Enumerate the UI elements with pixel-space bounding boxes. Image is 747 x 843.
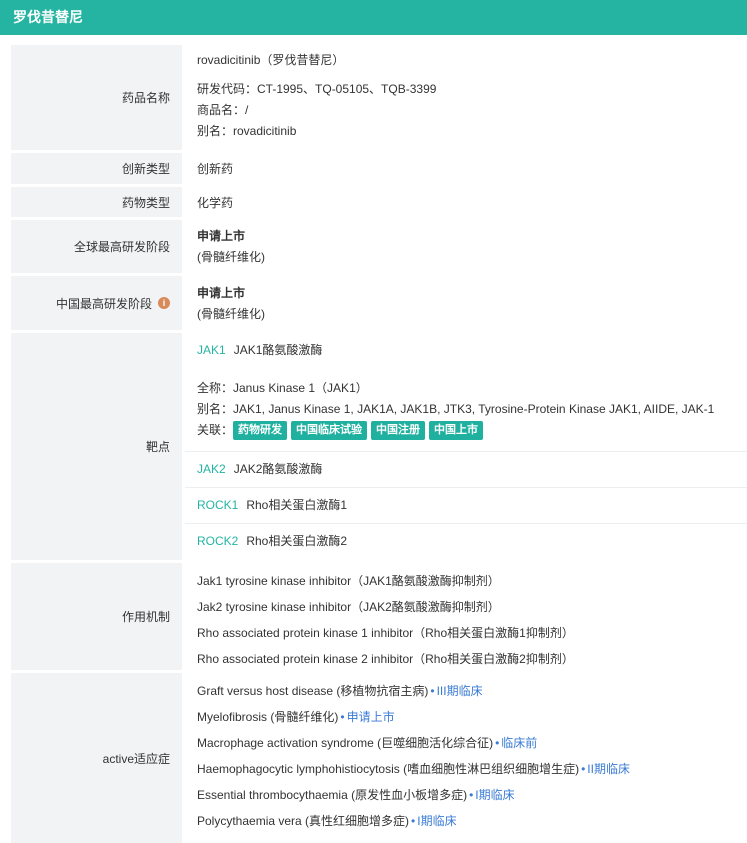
indication-item: Macrophage activation syndrome (巨噬细胞活化综合… xyxy=(197,730,747,756)
tag-china-registration[interactable]: 中国注册 xyxy=(371,421,426,440)
target-name-jak2: JAK2酪氨酸激酶 xyxy=(233,462,323,476)
target-link-jak2[interactable]: JAK2 xyxy=(197,462,226,476)
row-targets: 靶点 JAK1 JAK1酪氨酸激酶 全称：Janus Kinase 1（JAK1）… xyxy=(11,333,747,563)
label-drug-type: 药物类型 xyxy=(11,187,182,217)
label-mechanism: 作用机制 xyxy=(11,563,182,670)
target-item-rock1: ROCK1 Rho相关蛋白激酶1 xyxy=(185,488,747,524)
row-drug-type: 药物类型 化学药 xyxy=(11,187,747,220)
row-indications: active适应症 Graft versus host disease (移植物… xyxy=(11,673,747,843)
jak1-fullname: 全称：Janus Kinase 1（JAK1） xyxy=(197,381,368,395)
indication-item: Polycythaemia vera (真性红细胞增多症) • I期临床 xyxy=(197,808,747,834)
indication-phase[interactable]: III期临床 xyxy=(437,684,483,698)
drug-code-value: 研发代码：CT-1995、TQ-05105、TQB-3399 xyxy=(197,82,437,96)
target-link-rock1[interactable]: ROCK1 xyxy=(197,498,238,512)
global-stage-note: (骨髓纤维化) xyxy=(197,250,265,264)
target-item-jak1: JAK1 JAK1酪氨酸激酶 全称：Janus Kinase 1（JAK1） 别名… xyxy=(185,333,747,452)
indication-name: Myelofibrosis (骨髓纤维化) xyxy=(197,710,339,724)
indication-name: Essential thrombocythaemia (原发性血小板增多症) xyxy=(197,788,468,802)
indication-name: Haemophagocytic lymphohistiocytosis (嗜血细… xyxy=(197,762,580,776)
phase-dot-icon: • xyxy=(430,684,435,698)
indication-item: Graft versus host disease (移植物抗宿主病) • III期… xyxy=(197,678,747,704)
drug-type-value: 化学药 xyxy=(197,195,234,210)
indication-name: Graft versus host disease (移植物抗宿主病) xyxy=(197,684,429,698)
mechanism-item: Jak2 tyrosine kinase inhibitor（JAK2酪氨酸激酶… xyxy=(197,600,500,614)
china-stage-value: 申请上市 xyxy=(197,286,246,300)
indication-phase[interactable]: 申请上市 xyxy=(347,710,395,724)
row-global-stage: 全球最高研发阶段 申请上市 (骨髓纤维化) xyxy=(11,220,747,276)
jak1-related: 关联： 药物研发 中国临床试验 中国注册 中国上市 xyxy=(197,420,747,441)
row-innovation: 创新类型 创新药 xyxy=(11,153,747,187)
indication-phase[interactable]: II期临床 xyxy=(587,762,630,776)
drug-trade-value: 商品名：/ xyxy=(197,103,249,117)
phase-dot-icon: • xyxy=(581,762,586,776)
target-item-rock2: ROCK2 Rho相关蛋白激酶2 xyxy=(185,524,747,559)
drug-alias-value: 别名：rovadicitinib xyxy=(197,124,297,138)
mechanism-item: Rho associated protein kinase 2 inhibito… xyxy=(197,652,574,666)
indication-item: Myelofibrosis (骨髓纤维化) • 申请上市 xyxy=(197,704,747,730)
indication-item: Haemophagocytic lymphohistiocytosis (嗜血细… xyxy=(197,756,747,782)
target-name-rock2: Rho相关蛋白激酶2 xyxy=(246,534,348,548)
row-china-stage: 中国最高研发阶段 i 申请上市 (骨髓纤维化) xyxy=(11,276,747,333)
mechanism-item: Rho associated protein kinase 1 inhibito… xyxy=(197,626,574,640)
target-link-rock2[interactable]: ROCK2 xyxy=(197,534,238,548)
indication-name: Macrophage activation syndrome (巨噬细胞活化综合… xyxy=(197,736,494,750)
page-title: 罗伐昔替尼 xyxy=(0,0,747,35)
label-global-stage: 全球最高研发阶段 xyxy=(11,220,182,273)
china-stage-note: (骨髓纤维化) xyxy=(197,307,265,321)
tag-china-market[interactable]: 中国上市 xyxy=(429,421,484,440)
label-china-stage-text: 中国最高研发阶段 xyxy=(55,296,152,311)
indication-phase[interactable]: 临床前 xyxy=(501,736,537,750)
mechanism-item: Jak1 tyrosine kinase inhibitor（JAK1酪氨酸激酶… xyxy=(197,574,500,588)
info-icon[interactable]: i xyxy=(158,297,170,309)
label-innovation: 创新类型 xyxy=(11,153,182,184)
jak1-alias: 别名：JAK1, Janus Kinase 1, JAK1A, JAK1B, J… xyxy=(197,402,715,416)
label-china-stage: 中国最高研发阶段 i xyxy=(11,276,182,330)
target-name-rock1: Rho相关蛋白激酶1 xyxy=(246,498,348,512)
phase-dot-icon: • xyxy=(411,814,416,828)
related-label: 关联： xyxy=(197,423,234,437)
drug-name-value: rovadicitinib（罗伐昔替尼） xyxy=(197,53,345,67)
drug-info-table: 药品名称 rovadicitinib（罗伐昔替尼） 研发代码：CT-1995、T… xyxy=(11,45,747,843)
phase-dot-icon: • xyxy=(340,710,345,724)
label-targets: 靶点 xyxy=(11,333,182,560)
indication-phase[interactable]: I期临床 xyxy=(417,814,456,828)
target-item-jak2: JAK2 JAK2酪氨酸激酶 xyxy=(185,452,747,488)
row-drug-name: 药品名称 rovadicitinib（罗伐昔替尼） 研发代码：CT-1995、T… xyxy=(11,45,747,153)
target-name-jak1: JAK1酪氨酸激酶 xyxy=(233,343,323,357)
indication-phase[interactable]: I期临床 xyxy=(475,788,514,802)
label-indications: active适应症 xyxy=(11,673,182,843)
tag-drug-rd[interactable]: 药物研发 xyxy=(233,421,288,440)
tag-china-trial[interactable]: 中国临床试验 xyxy=(291,421,368,440)
label-drug-name: 药品名称 xyxy=(11,45,182,150)
phase-dot-icon: • xyxy=(495,736,500,750)
target-link-jak1[interactable]: JAK1 xyxy=(197,343,226,357)
global-stage-value: 申请上市 xyxy=(197,229,246,243)
phase-dot-icon: • xyxy=(469,788,474,802)
indication-name: Polycythaemia vera (真性红细胞增多症) xyxy=(197,814,410,828)
innovation-value: 创新药 xyxy=(197,162,234,176)
indication-item: Essential thrombocythaemia (原发性血小板增多症) • I… xyxy=(197,782,747,808)
row-mechanism: 作用机制 Jak1 tyrosine kinase inhibitor（JAK1… xyxy=(11,563,747,673)
